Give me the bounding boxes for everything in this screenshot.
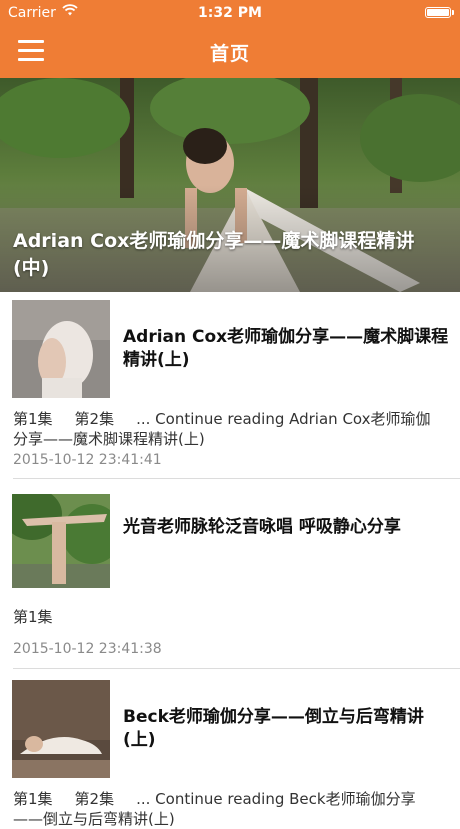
article-thumbnail [12,300,110,398]
article-title: Adrian Cox老师瑜伽分享——魔术脚课程精讲(上) [123,327,449,370]
hero-banner[interactable]: Adrian Cox老师瑜伽分享——魔术脚课程精讲(中) [0,78,460,292]
status-time: 1:32 PM [198,5,262,21]
article-thumbnail [12,680,110,778]
article-excerpt: 第1集 第2集... Continue reading Beck老师瑜伽分享——倒… [13,789,445,829]
list-item[interactable]: Adrian Cox老师瑜伽分享——魔术脚课程精讲(上) 第1集 第2集... C… [0,300,460,470]
article-date: 2015-10-12 23:41:41 [13,452,162,468]
list-item[interactable]: 光音老师脉轮泛音咏唱 呼吸静心分享 第1集 2015-10-12 23:41:3… [0,490,460,660]
battery-icon [425,7,454,18]
article-date: 2015-10-12 23:41:38 [13,641,162,657]
article-excerpt: 第1集 [13,607,445,627]
status-bar: Carrier 1:32 PM [0,0,460,26]
nav-bar: 首页 [0,26,460,78]
article-thumbnail [12,494,110,588]
article-title: Beck老师瑜伽分享——倒立与后弯精讲(上) [123,707,424,750]
episode-label: 第1集 [13,410,53,428]
list-item[interactable]: Beck老师瑜伽分享——倒立与后弯精讲(上) 第1集 第2集... Continu… [0,680,460,828]
episode-label: 第2集 [74,410,115,428]
episode-label: 第1集 [13,790,53,808]
page-title: 首页 [209,43,250,65]
episode-label: 第2集 [74,790,115,808]
continue-reading-text: ... Continue reading Beck老师瑜伽分享——倒立与后弯精讲… [13,790,416,828]
episode-label: 第1集 [13,608,53,626]
hero-caption: Adrian Cox老师瑜伽分享——魔术脚课程精讲(中) [13,230,415,279]
article-excerpt: 第1集 第2集... Continue reading Adrian Cox老师瑜… [13,409,445,449]
divider [13,478,460,479]
divider [13,668,460,669]
article-title: 光音老师脉轮泛音咏唱 呼吸静心分享 [123,517,401,537]
